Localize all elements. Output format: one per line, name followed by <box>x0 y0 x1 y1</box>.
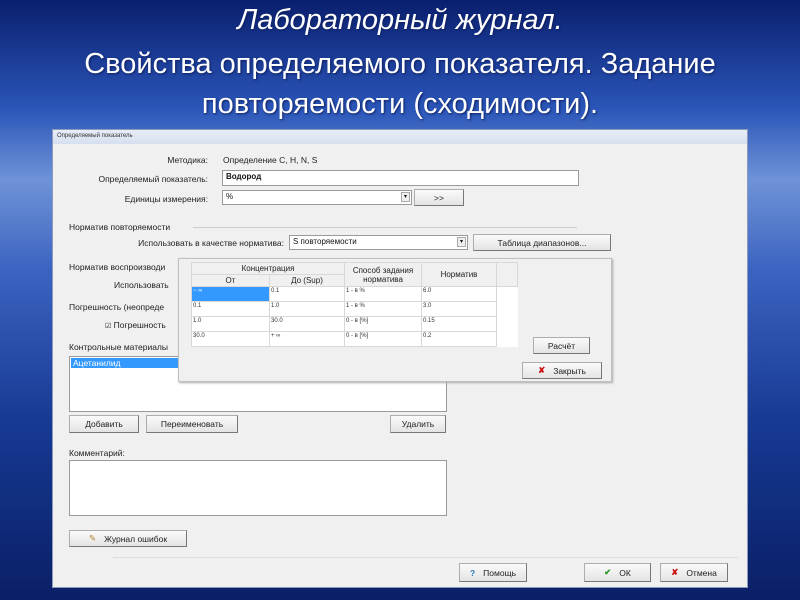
units-label: Единицы измерения: <box>124 194 208 204</box>
table-cell[interactable]: 30.0 <box>191 331 270 347</box>
repro-group-label: Норматив воспроизводи <box>69 262 166 272</box>
ok-button[interactable]: ✔ ОК <box>584 563 651 582</box>
table-cell[interactable]: 1 - в % <box>344 286 422 302</box>
table-cell[interactable]: 1.0 <box>269 301 345 317</box>
indicator-input[interactable]: Водород <box>222 170 579 186</box>
delete-button[interactable]: Удалить <box>390 415 446 433</box>
table-cell[interactable]: 0.1 <box>191 301 270 317</box>
cancel-button[interactable]: ✘ Отмена <box>660 563 728 582</box>
header-from: От <box>191 274 270 287</box>
units-value: % <box>226 192 234 201</box>
close-icon: ✘ <box>538 365 546 375</box>
cancel-label: Отмена <box>686 567 717 578</box>
more-button[interactable]: >> <box>414 189 464 206</box>
error-checkbox[interactable]: ☑ Погрешность <box>105 320 166 330</box>
help-label: Помощь <box>483 567 517 578</box>
table-cell-empty <box>497 332 518 347</box>
close-button[interactable]: ✘ Закрыть <box>522 362 602 379</box>
indicator-label: Определяемый показатель: <box>98 174 208 184</box>
chevron-down-icon[interactable]: ▾ <box>457 237 466 247</box>
materials-label: Контрольные материалы <box>69 342 168 352</box>
method-value: Определение C, H, N, S <box>223 155 318 165</box>
ranges-table-popup: Концентрация Способ задания норматива Но… <box>178 258 612 382</box>
journal-icon: ✎ <box>88 533 97 543</box>
errors-log-button[interactable]: ✎ Журнал ошибок <box>69 530 187 547</box>
checkbox-checked-icon[interactable]: ☑ <box>105 323 111 330</box>
table-row[interactable]: 1.0 30.0 0 - в [%] 0.15 <box>191 316 518 332</box>
comment-textarea[interactable] <box>69 460 447 516</box>
table-cell[interactable]: + ∞ <box>269 331 345 347</box>
table-cell[interactable]: 1.0 <box>191 316 270 332</box>
use-as-label: Использовать в качестве норматива: <box>138 238 284 248</box>
table-cell-empty <box>497 302 518 317</box>
table-cell[interactable]: 0.1 <box>269 286 345 302</box>
ok-label: ОК <box>619 567 631 578</box>
table-cell[interactable]: 30.0 <box>269 316 345 332</box>
table-cell[interactable]: 1 - в % <box>344 301 422 317</box>
calc-button[interactable]: Расчёт <box>533 337 590 354</box>
header-blank <box>496 262 518 287</box>
header-to: До (Sup) <box>269 274 345 287</box>
group-divider <box>193 227 577 228</box>
header-concentration: Концентрация <box>191 262 345 275</box>
close-icon: ✘ <box>671 567 679 577</box>
table-cell[interactable]: 3.0 <box>421 301 497 317</box>
repeat-group-label: Норматив повторяемости <box>69 222 171 232</box>
table-row[interactable]: − ∞ 0.1 1 - в % 6.0 <box>191 286 518 302</box>
table-row[interactable]: 30.0 + ∞ 0 - в [%] 0.2 <box>191 331 518 347</box>
repro-use-label: Использовать <box>114 280 169 290</box>
help-button[interactable]: ? Помощь <box>459 563 527 582</box>
table-cell[interactable]: 0 - в [%] <box>344 316 422 332</box>
use-as-select[interactable]: S повторяемости ▾ <box>289 235 468 250</box>
ranges-table-button[interactable]: Таблица диапазонов... <box>473 234 611 251</box>
window-title-bar: Определяемый показатель <box>53 130 747 144</box>
close-label: Закрыть <box>553 365 586 376</box>
header-norm: Норматив <box>421 262 497 287</box>
slide-title-line1: Лабораторный журнал. <box>237 4 563 36</box>
error-checkbox-label: Погрешность <box>113 320 166 330</box>
slide-title-line3: повторяемости (сходимости). <box>201 88 599 120</box>
slide-title-line2: Свойства определяемого показателя. Задан… <box>84 48 716 80</box>
header-method: Способ задания норматива <box>344 262 422 287</box>
use-as-value: S повторяемости <box>293 237 357 246</box>
comment-label: Комментарий: <box>69 448 125 458</box>
check-icon: ✔ <box>604 567 612 577</box>
error-group-label: Погрешность (неопреде <box>69 302 165 312</box>
table-row[interactable]: 0.1 1.0 1 - в % 3.0 <box>191 301 518 317</box>
table-cell-empty <box>497 317 518 332</box>
table-cell-empty <box>497 287 518 302</box>
rename-button[interactable]: Переименовать <box>146 415 238 433</box>
ranges-table: Концентрация Способ задания норматива Но… <box>191 262 518 347</box>
footer-divider <box>113 557 738 558</box>
table-cell[interactable]: − ∞ <box>191 286 270 302</box>
table-cell[interactable]: 0 - в [%] <box>344 331 422 347</box>
chevron-down-icon[interactable]: ▾ <box>401 192 410 202</box>
table-cell[interactable]: 0.15 <box>421 316 497 332</box>
units-select[interactable]: % ▾ <box>222 190 412 205</box>
table-cell[interactable]: 0.2 <box>421 331 497 347</box>
table-cell[interactable]: 6.0 <box>421 286 497 302</box>
method-label: Методика: <box>167 155 208 165</box>
errors-log-label: Журнал ошибок <box>104 533 168 544</box>
add-button[interactable]: Добавить <box>69 415 139 433</box>
help-icon: ? <box>469 567 476 578</box>
